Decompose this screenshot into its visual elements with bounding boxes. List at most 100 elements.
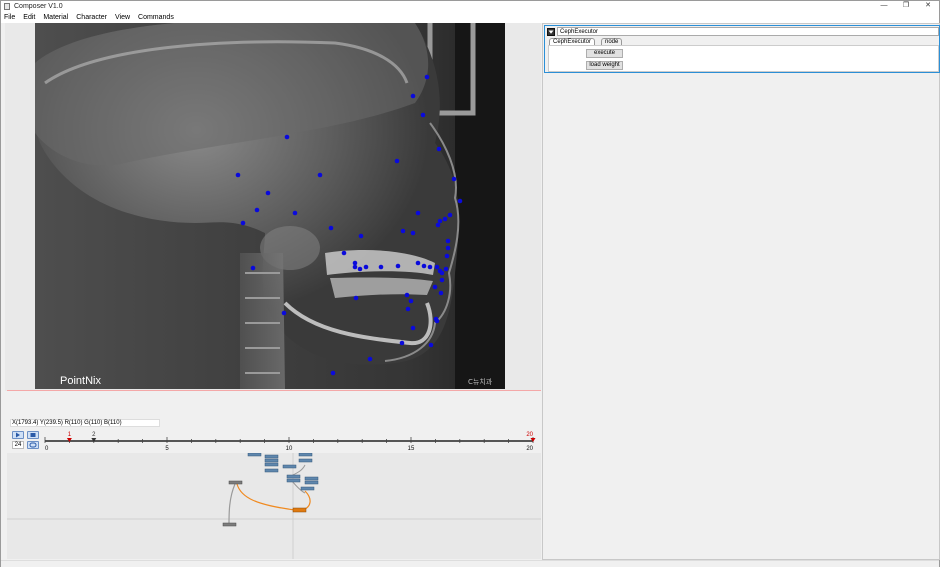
title-bar: Composer V1.0 — ❐ ✕ <box>1 1 939 12</box>
landmark-point[interactable] <box>240 220 246 226</box>
landmark-point[interactable] <box>265 190 271 196</box>
landmark-point[interactable] <box>410 325 416 331</box>
landmark-point[interactable] <box>437 218 443 224</box>
menu-commands[interactable]: Commands <box>134 12 178 23</box>
landmark-point[interactable] <box>421 263 427 269</box>
landmark-point[interactable] <box>410 230 416 236</box>
graph-node[interactable] <box>304 476 319 481</box>
landmark-point[interactable] <box>358 233 364 239</box>
graph-node[interactable] <box>282 464 297 469</box>
minimize-button[interactable]: — <box>873 1 895 12</box>
landmark-point[interactable] <box>330 370 336 376</box>
landmark-point[interactable] <box>438 290 444 296</box>
clinic-watermark: C뉴치과 <box>468 377 493 386</box>
landmark-point[interactable] <box>439 270 445 276</box>
loop-button[interactable] <box>27 441 39 449</box>
landmark-point[interactable] <box>363 264 369 270</box>
landmark-point[interactable] <box>443 266 449 272</box>
landmark-point[interactable] <box>408 298 414 304</box>
landmark-point[interactable] <box>415 210 421 216</box>
landmark-point[interactable] <box>427 264 433 270</box>
restore-button[interactable]: ❐ <box>895 1 917 12</box>
menu-character[interactable]: Character <box>72 12 111 23</box>
timeline-ruler[interactable]: 0 5 10 15 20 1 2 20 <box>41 429 541 453</box>
landmark-point[interactable] <box>447 212 453 218</box>
landmark-point[interactable] <box>442 216 448 222</box>
graph-node[interactable] <box>264 458 279 463</box>
graph-node[interactable] <box>222 522 237 527</box>
landmark-point[interactable] <box>439 277 445 283</box>
graph-node[interactable] <box>228 480 243 485</box>
inspector-panel: CephExecutor CephExecutor node execute l… <box>542 23 940 560</box>
landmark-point[interactable] <box>445 238 451 244</box>
graph-node[interactable] <box>264 468 279 473</box>
viewport-divider[interactable] <box>7 390 541 391</box>
landmark-point[interactable] <box>410 93 416 99</box>
landmark-point[interactable] <box>395 263 401 269</box>
node-graph-editor[interactable] <box>7 453 541 559</box>
landmark-point[interactable] <box>457 198 463 204</box>
menu-edit[interactable]: Edit <box>19 12 39 23</box>
load-weight-button[interactable]: load weight <box>586 61 623 70</box>
landmark-point[interactable] <box>352 264 358 270</box>
landmark-point[interactable] <box>250 265 256 271</box>
tab-node[interactable]: node <box>601 38 623 45</box>
landmark-point[interactable] <box>405 306 411 312</box>
landmark-point[interactable] <box>378 264 384 270</box>
landmark-point[interactable] <box>353 295 359 301</box>
landmark-point[interactable] <box>281 310 287 316</box>
landmark-point[interactable] <box>394 158 400 164</box>
landmark-point[interactable] <box>328 225 334 231</box>
landmark-point[interactable] <box>235 172 241 178</box>
execute-button[interactable]: execute <box>586 49 623 58</box>
graph-node[interactable] <box>304 480 319 485</box>
graph-node[interactable] <box>286 474 301 479</box>
graph-node[interactable] <box>264 454 279 459</box>
timeline-panel: 24 0 5 10 15 20 1 2 20 <box>7 429 541 453</box>
landmark-point[interactable] <box>420 112 426 118</box>
landmark-point[interactable] <box>434 264 440 270</box>
landmark-point[interactable] <box>432 284 438 290</box>
menu-view[interactable]: View <box>111 12 134 23</box>
play-button[interactable] <box>12 431 24 439</box>
landmark-point[interactable] <box>367 356 373 362</box>
landmark-point[interactable] <box>292 210 298 216</box>
keyframe-label: 20 <box>526 432 533 438</box>
landmark-point[interactable] <box>451 176 457 182</box>
landmark-point[interactable] <box>424 74 430 80</box>
tab-cephexecutor[interactable]: CephExecutor <box>549 38 596 45</box>
landmark-point[interactable] <box>399 340 405 346</box>
landmark-point[interactable] <box>317 172 323 178</box>
landmark-point[interactable] <box>400 228 406 234</box>
landmark-point[interactable] <box>444 253 450 259</box>
landmark-point[interactable] <box>404 292 410 298</box>
image-viewport[interactable]: PointNix C뉴치과 <box>5 23 541 391</box>
node-graph-canvas[interactable] <box>7 453 541 559</box>
pointnix-watermark: PointNix <box>60 375 101 387</box>
graph-node[interactable] <box>264 462 279 467</box>
graph-node[interactable] <box>298 453 313 457</box>
graph-node[interactable] <box>298 458 313 463</box>
stop-button[interactable] <box>27 431 39 439</box>
landmark-point[interactable] <box>434 318 440 324</box>
landmark-point[interactable] <box>284 134 290 140</box>
graph-node[interactable] <box>300 486 315 491</box>
landmark-point[interactable] <box>352 260 358 266</box>
landmark-point[interactable] <box>436 146 442 152</box>
landmark-point[interactable] <box>254 207 260 213</box>
cephalometric-xray-image[interactable]: PointNix C뉴치과 <box>35 23 505 389</box>
menu-file[interactable]: File <box>1 12 19 23</box>
frame-count-field[interactable]: 24 <box>12 441 24 449</box>
menu-material[interactable]: Material <box>39 12 72 23</box>
landmark-point[interactable] <box>445 245 451 251</box>
collapse-toggle[interactable] <box>547 28 555 36</box>
landmark-point[interactable] <box>341 250 347 256</box>
landmark-point[interactable] <box>428 342 434 348</box>
graph-node[interactable] <box>286 478 301 483</box>
close-button[interactable]: ✕ <box>917 1 939 12</box>
landmark-point[interactable] <box>415 260 421 266</box>
graph-node[interactable] <box>247 453 262 457</box>
landmark-point[interactable] <box>357 266 363 272</box>
graph-node-selected[interactable] <box>292 507 307 513</box>
landmark-point[interactable] <box>435 222 441 228</box>
